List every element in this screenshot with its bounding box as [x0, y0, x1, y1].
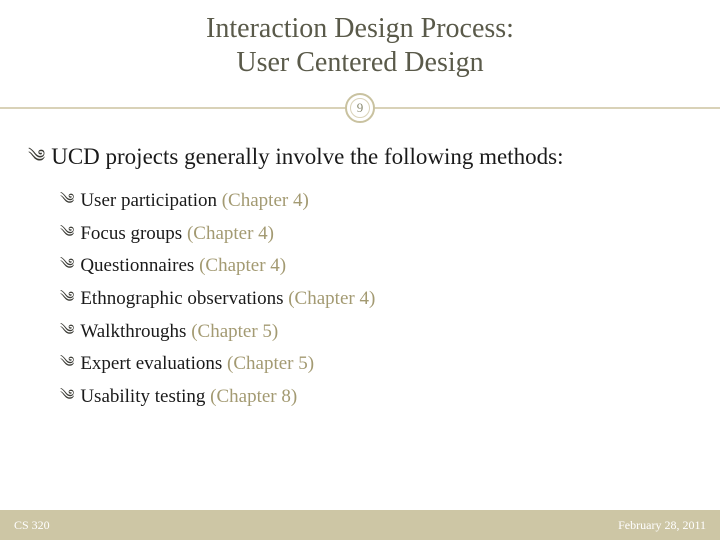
list-item-text: Walkthroughs (Chapter 5) — [80, 319, 278, 345]
slide: Interaction Design Process: User Centere… — [0, 0, 720, 540]
title-block: Interaction Design Process: User Centere… — [0, 0, 720, 87]
list-item-text: User participation (Chapter 4) — [80, 188, 308, 214]
bullet-swirl-icon: ༄ — [60, 221, 74, 244]
title-line-2: User Centered Design — [0, 46, 720, 80]
divider-row: 9 — [0, 93, 720, 125]
bullet-swirl-icon: ༄ — [60, 319, 74, 342]
bullet-swirl-icon: ༄ — [60, 351, 74, 374]
bullet-swirl-icon: ༄ — [60, 188, 74, 211]
bullet-swirl-icon: ༄ — [60, 253, 74, 276]
title-line-1: Interaction Design Process: — [0, 12, 720, 46]
list-item-text: Questionnaires (Chapter 4) — [80, 253, 286, 279]
lead-text: UCD projects generally involve the follo… — [51, 143, 563, 172]
bullet-swirl-icon: ༄ — [28, 143, 45, 168]
footer: CS 320 February 28, 2011 — [0, 510, 720, 540]
lead-bullet-row: ༄ UCD projects generally involve the fol… — [28, 143, 692, 172]
list-item-text: Focus groups (Chapter 4) — [80, 221, 274, 247]
content-area: ༄ UCD projects generally involve the fol… — [0, 125, 720, 540]
bullet-swirl-icon: ༄ — [60, 286, 74, 309]
list-item: ༄ Ethnographic observations (Chapter 4) — [60, 286, 692, 312]
list-item: ༄ Focus groups (Chapter 4) — [60, 221, 692, 247]
sub-list: ༄ User participation (Chapter 4) ༄ Focus… — [28, 188, 692, 409]
footer-left: CS 320 — [14, 518, 50, 533]
list-item-text: Usability testing (Chapter 8) — [80, 384, 297, 410]
list-item-text: Expert evaluations (Chapter 5) — [80, 351, 314, 377]
footer-right: February 28, 2011 — [618, 518, 706, 533]
list-item: ༄ Expert evaluations (Chapter 5) — [60, 351, 692, 377]
page-number-badge: 9 — [345, 93, 375, 123]
bullet-swirl-icon: ༄ — [60, 384, 74, 407]
list-item: ༄ Usability testing (Chapter 8) — [60, 384, 692, 410]
list-item: ༄ Questionnaires (Chapter 4) — [60, 253, 692, 279]
list-item: ༄ User participation (Chapter 4) — [60, 188, 692, 214]
page-number: 9 — [357, 100, 364, 116]
list-item: ༄ Walkthroughs (Chapter 5) — [60, 319, 692, 345]
list-item-text: Ethnographic observations (Chapter 4) — [80, 286, 375, 312]
